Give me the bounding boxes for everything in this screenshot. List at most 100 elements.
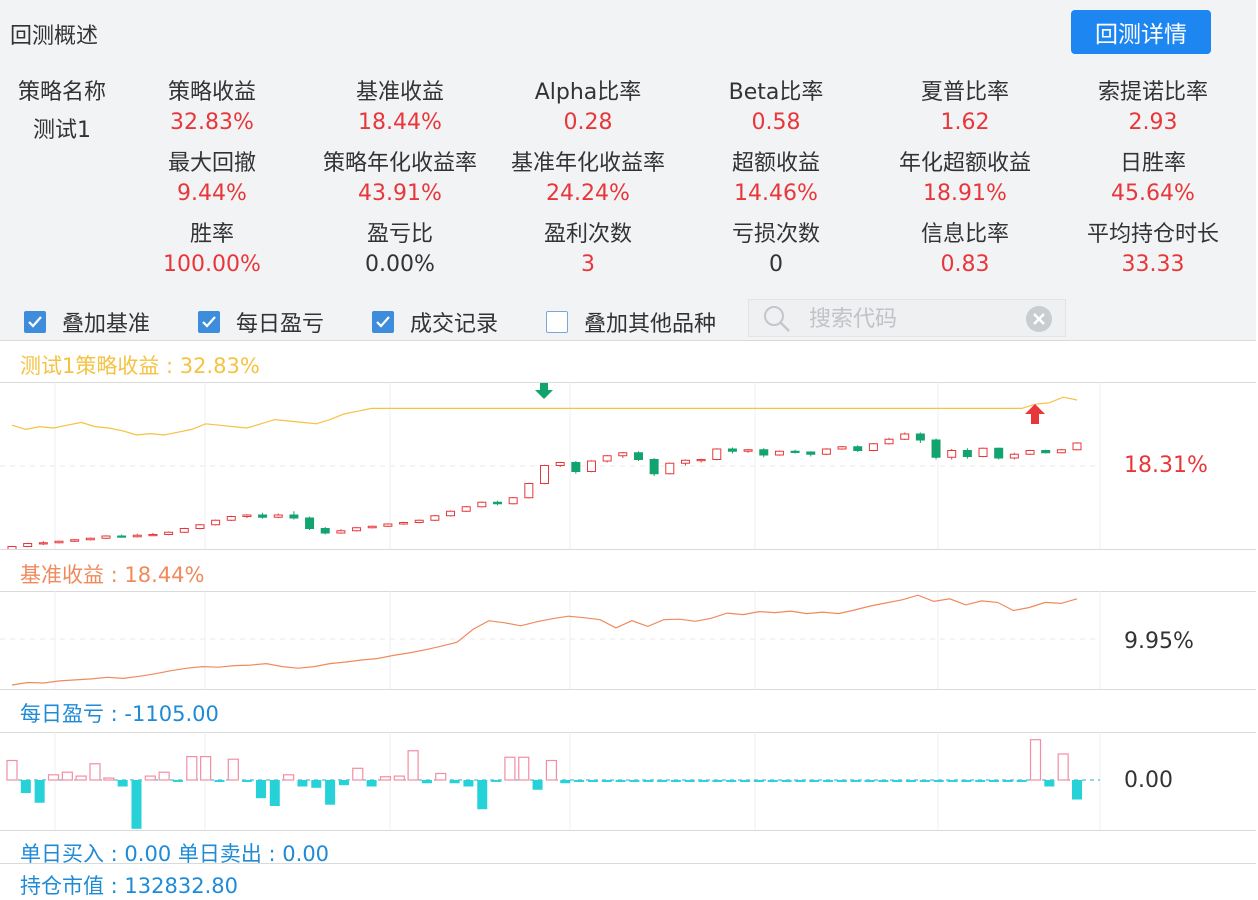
checkbox-checked-icon[interactable] bbox=[24, 311, 46, 333]
option-overlay-benchmark[interactable]: 叠加基准 bbox=[24, 306, 150, 338]
pnl-bar-negative bbox=[242, 780, 253, 782]
candle-body bbox=[806, 451, 816, 455]
pnl-bar-negative bbox=[1002, 780, 1013, 782]
pnl-bar-negative bbox=[615, 780, 626, 782]
stat-label: Alpha比率 bbox=[534, 80, 642, 105]
stat-cell: 亏损次数 0 bbox=[681, 216, 871, 277]
candle-body bbox=[242, 514, 252, 517]
sell-arrow-icon bbox=[535, 383, 553, 399]
arrow-shape bbox=[535, 383, 553, 399]
candle-body bbox=[649, 459, 659, 475]
position-value-label: 持仓市值 : 132832.80 bbox=[20, 874, 238, 898]
stat-value: 18.91% bbox=[923, 181, 1007, 206]
candle-body bbox=[1041, 450, 1051, 454]
pnl-bar-positive bbox=[47, 774, 60, 781]
stat-value: 32.83% bbox=[170, 110, 254, 135]
pnl-bar-negative bbox=[836, 780, 847, 782]
stat-cell: 日胜率 45.64% bbox=[1058, 145, 1248, 206]
stat-value: 24.24% bbox=[546, 181, 630, 206]
option-label: 成交记录 bbox=[410, 312, 499, 337]
option-trade-records[interactable]: 成交记录 bbox=[372, 306, 498, 338]
stat-label: 策略年化收益率 bbox=[322, 151, 477, 176]
candle-body bbox=[1056, 449, 1066, 454]
candle-body bbox=[148, 534, 158, 537]
pnl-bar-negative bbox=[20, 780, 31, 793]
pnl-bar-negative bbox=[629, 780, 640, 782]
candle-body bbox=[915, 433, 925, 441]
pnl-bar-negative bbox=[975, 780, 986, 782]
pnl-bar-positive bbox=[545, 759, 558, 781]
pnl-bar-positive bbox=[352, 767, 364, 781]
pnl-bar-negative bbox=[325, 780, 336, 805]
stat-value: 0.28 bbox=[563, 110, 613, 135]
search-box bbox=[748, 299, 1066, 337]
stat-value: 33.33 bbox=[1121, 252, 1185, 277]
backtest-detail-button[interactable]: 回测详情 bbox=[1071, 10, 1211, 54]
strategy-chart bbox=[0, 382, 1101, 550]
candle-body bbox=[962, 450, 972, 457]
pnl-bar-positive bbox=[407, 750, 419, 781]
candle-body bbox=[305, 517, 315, 529]
candle-body bbox=[633, 452, 643, 460]
pnl-bar-negative bbox=[892, 780, 903, 782]
candle-body bbox=[931, 439, 941, 458]
pnl-bar-negative bbox=[947, 780, 958, 782]
stat-label: 胜率 bbox=[189, 222, 234, 247]
candle-body bbox=[226, 516, 236, 521]
stat-cell: 基准收益 18.44% bbox=[305, 74, 495, 135]
candle-body bbox=[712, 448, 722, 460]
clear-icon[interactable] bbox=[1025, 305, 1053, 333]
pnl-bar-positive bbox=[227, 758, 239, 781]
candle-body bbox=[680, 459, 690, 464]
pnl-bar-negative bbox=[34, 780, 45, 803]
candle-body bbox=[383, 523, 393, 527]
pnl-bar-negative bbox=[449, 780, 460, 784]
pnl-bar-positive bbox=[186, 756, 198, 781]
checkbox-checked-icon[interactable] bbox=[198, 311, 220, 333]
pnl-bar-negative bbox=[878, 780, 889, 782]
candle-body bbox=[117, 535, 127, 538]
candle-body bbox=[101, 535, 111, 539]
candle-body bbox=[336, 530, 346, 534]
stat-cell: Alpha比率 0.28 bbox=[493, 74, 683, 135]
stat-value: 0.83 bbox=[940, 252, 990, 277]
pnl-bar-negative bbox=[684, 780, 695, 782]
pnl-bar-positive bbox=[393, 775, 405, 781]
pnl-bar-negative bbox=[1044, 780, 1055, 787]
candle-body bbox=[23, 543, 33, 547]
benchmark-chart bbox=[0, 591, 1101, 689]
pnl-bar-negative bbox=[421, 780, 432, 784]
option-overlay-other[interactable]: 叠加其他品种 bbox=[546, 306, 716, 338]
candle-body bbox=[586, 460, 596, 472]
daily-pnl-chart bbox=[6, 732, 1101, 830]
candle-body bbox=[508, 497, 518, 505]
candle-body bbox=[414, 519, 424, 523]
candle-body bbox=[571, 462, 581, 472]
checkbox-unchecked-icon[interactable] bbox=[546, 311, 568, 333]
daily-pnl-right-value: 0.00 bbox=[1124, 768, 1173, 793]
stat-label: 基准年化收益率 bbox=[510, 151, 665, 176]
pnl-bar-negative bbox=[906, 780, 917, 782]
stat-value: 2.93 bbox=[1128, 110, 1178, 135]
pnl-bar-negative bbox=[712, 780, 723, 782]
stat-label: 索提诺比率 bbox=[1097, 80, 1208, 105]
checkbox-checked-icon[interactable] bbox=[372, 311, 394, 333]
candle-body bbox=[461, 506, 471, 512]
stat-cell: Beta比率 0.58 bbox=[681, 74, 871, 135]
candle-body bbox=[743, 449, 753, 452]
candle-body bbox=[273, 514, 283, 518]
stat-value: 0 bbox=[769, 252, 783, 277]
stat-label: 亏损次数 bbox=[731, 222, 820, 247]
stat-cell: 超额收益 14.46% bbox=[681, 145, 871, 206]
candle-body bbox=[195, 524, 205, 529]
candle-body bbox=[54, 540, 64, 544]
search-input[interactable] bbox=[807, 303, 1021, 335]
pnl-bar-negative bbox=[864, 780, 875, 782]
stat-value: 18.44% bbox=[358, 110, 442, 135]
pnl-bar-negative bbox=[574, 780, 585, 782]
candle-body bbox=[446, 510, 456, 517]
option-daily-pnl[interactable]: 每日盈亏 bbox=[198, 306, 324, 338]
stat-value: 1.62 bbox=[940, 110, 990, 135]
pnl-bar-negative bbox=[587, 780, 598, 782]
stat-cell: 策略收益 32.83% bbox=[117, 74, 307, 135]
